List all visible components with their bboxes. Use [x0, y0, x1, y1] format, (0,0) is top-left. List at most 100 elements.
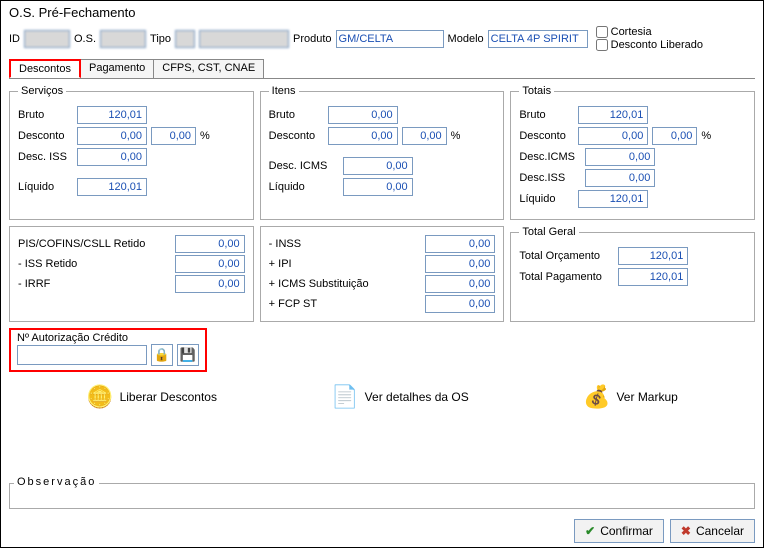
ipi-label: + IPI [269, 258, 422, 270]
produto-input[interactable] [336, 30, 444, 48]
id-input[interactable] [24, 30, 70, 48]
tipo-code-input[interactable] [175, 30, 195, 48]
total-pagamento-input[interactable] [618, 268, 688, 286]
totais-desc-icms-label: Desc.ICMS [519, 151, 581, 163]
servicos-desconto-label: Desconto [18, 130, 73, 142]
window-title: O.S. Pré-Fechamento [1, 1, 763, 24]
servicos-liquido-label: Líquido [18, 181, 73, 193]
servicos-bruto-input[interactable] [77, 106, 147, 124]
tax-right-group: - INSS + IPI + ICMS Substituição + FCP S… [260, 226, 505, 322]
itens-desconto-pct-input[interactable] [402, 127, 447, 145]
modelo-input[interactable] [488, 30, 588, 48]
auth-credito-group: Nº Autorização Crédito 🔒 💾 [9, 328, 207, 372]
cortesia-label: Cortesia [611, 26, 652, 38]
tab-cfps[interactable]: CFPS, CST, CNAE [153, 59, 264, 78]
total-geral-legend: Total Geral [519, 226, 578, 238]
cortesia-checkbox[interactable] [596, 26, 608, 38]
os-input[interactable] [100, 30, 146, 48]
produto-label: Produto [293, 33, 332, 45]
totais-group: Totais Bruto Desconto% Desc.ICMS Desc.IS… [510, 85, 755, 220]
iss-retido-input[interactable] [175, 255, 245, 273]
itens-bruto-label: Bruto [269, 109, 324, 121]
coins-icon: 🪙 [86, 384, 113, 410]
servicos-bruto-label: Bruto [18, 109, 73, 121]
tab-pagamento[interactable]: Pagamento [80, 59, 154, 78]
inss-label: - INSS [269, 238, 422, 250]
desconto-liberado-label: Desconto Liberado [611, 39, 703, 51]
itens-desc-icms-label: Desc. ICMS [269, 160, 339, 172]
servicos-desc-iss-label: Desc. ISS [18, 151, 73, 163]
ipi-input[interactable] [425, 255, 495, 273]
totais-desconto-label: Desconto [519, 130, 574, 142]
totais-desconto-input[interactable] [578, 127, 648, 145]
pct-symbol: % [451, 130, 461, 142]
pct-symbol: % [200, 130, 210, 142]
markup-icon: 💰 [583, 384, 610, 410]
servicos-liquido-input[interactable] [77, 178, 147, 196]
servicos-desconto-pct-input[interactable] [151, 127, 196, 145]
confirmar-label: Confirmar [600, 524, 653, 538]
total-pagamento-label: Total Pagamento [519, 271, 614, 283]
itens-desconto-label: Desconto [269, 130, 324, 142]
cancelar-label: Cancelar [696, 524, 744, 538]
ver-detalhes-button[interactable]: 📄 Ver detalhes da OS [331, 384, 468, 410]
icms-st-label: + ICMS Substituição [269, 278, 422, 290]
inss-input[interactable] [425, 235, 495, 253]
servicos-desc-iss-input[interactable] [77, 148, 147, 166]
fcp-st-label: + FCP ST [269, 298, 422, 310]
desconto-liberado-checkbox[interactable] [596, 39, 608, 51]
pis-label: PIS/COFINS/CSLL Retido [18, 238, 171, 250]
confirmar-button[interactable]: ✔ Confirmar [574, 519, 664, 543]
ver-detalhes-label: Ver detalhes da OS [365, 390, 469, 404]
tax-left-group: PIS/COFINS/CSLL Retido - ISS Retido - IR… [9, 226, 254, 322]
header-row: ID O.S. Tipo Produto Modelo Cortesia Des… [1, 24, 763, 53]
observacao-label: Observação [14, 476, 99, 488]
modelo-label: Modelo [448, 33, 484, 45]
fcp-st-input[interactable] [425, 295, 495, 313]
itens-desc-icms-input[interactable] [343, 157, 413, 175]
servicos-group: Serviços Bruto Desconto% Desc. ISS Líqui… [9, 85, 254, 220]
icms-st-input[interactable] [425, 275, 495, 293]
save-icon[interactable]: 💾 [177, 344, 199, 366]
lock-icon[interactable]: 🔒 [151, 344, 173, 366]
totais-legend: Totais [519, 85, 554, 97]
totais-desc-icms-input[interactable] [585, 148, 655, 166]
liberar-descontos-label: Liberar Descontos [120, 390, 217, 404]
totais-desconto-pct-input[interactable] [652, 127, 697, 145]
totais-liquido-label: Líquido [519, 193, 574, 205]
window: O.S. Pré-Fechamento ID O.S. Tipo Produto… [0, 0, 764, 548]
total-geral-group: Total Geral Total Orçamento Total Pagame… [510, 226, 755, 322]
document-icon: 📄 [331, 384, 358, 410]
auth-credito-input[interactable] [17, 345, 147, 365]
pis-input[interactable] [175, 235, 245, 253]
liberar-descontos-button[interactable]: 🪙 Liberar Descontos [86, 384, 217, 410]
ver-markup-button[interactable]: 💰 Ver Markup [583, 384, 678, 410]
totais-liquido-input[interactable] [578, 190, 648, 208]
tipo-label: Tipo [150, 33, 171, 45]
close-icon: ✖ [681, 524, 691, 538]
totais-desc-iss-label: Desc.ISS [519, 172, 581, 184]
totais-bruto-input[interactable] [578, 106, 648, 124]
total-orcamento-label: Total Orçamento [519, 250, 614, 262]
itens-legend: Itens [269, 85, 299, 97]
tab-descontos[interactable]: Descontos [9, 59, 81, 78]
irrf-input[interactable] [175, 275, 245, 293]
pct-symbol: % [701, 130, 711, 142]
cancelar-button[interactable]: ✖ Cancelar [670, 519, 755, 543]
total-orcamento-input[interactable] [618, 247, 688, 265]
totais-desc-iss-input[interactable] [585, 169, 655, 187]
itens-liquido-input[interactable] [343, 178, 413, 196]
totais-bruto-label: Bruto [519, 109, 574, 121]
check-icon: ✔ [585, 524, 595, 538]
id-label: ID [9, 33, 20, 45]
servicos-legend: Serviços [18, 85, 66, 97]
servicos-desconto-input[interactable] [77, 127, 147, 145]
itens-group: Itens Bruto Desconto% Desc. ICMS Líquido [260, 85, 505, 220]
itens-bruto-input[interactable] [328, 106, 398, 124]
tipo-desc-input[interactable] [199, 30, 289, 48]
os-label: O.S. [74, 33, 96, 45]
itens-desconto-input[interactable] [328, 127, 398, 145]
ver-markup-label: Ver Markup [616, 390, 677, 404]
auth-credito-label: Nº Autorização Crédito [17, 332, 199, 344]
irrf-label: - IRRF [18, 278, 171, 290]
